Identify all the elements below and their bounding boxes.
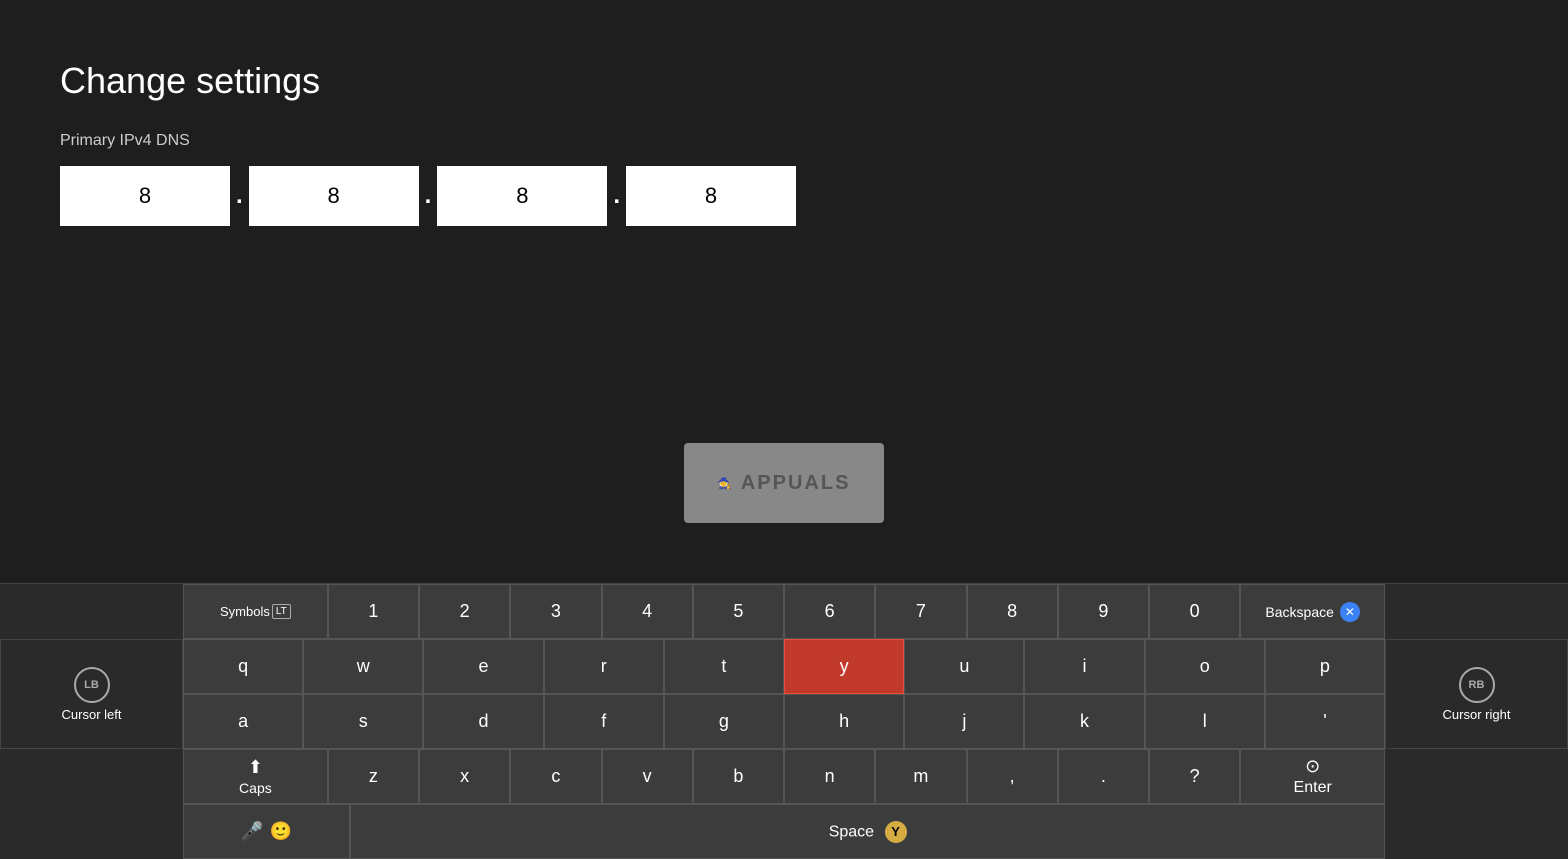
emoji-icon: 🙂 xyxy=(270,821,292,842)
keyboard-row-1: Symbols LT 1 2 3 4 5 6 7 8 9 0 Backspac xyxy=(183,584,1385,639)
dns-dot-2: . xyxy=(425,182,432,210)
key-w[interactable]: w xyxy=(303,639,423,694)
key-4[interactable]: 4 xyxy=(602,584,693,639)
keyboard-wrapper: Symbols LT 1 2 3 4 5 6 7 8 9 0 Backspac xyxy=(0,584,1568,859)
key-5[interactable]: 5 xyxy=(693,584,784,639)
key-8[interactable]: 8 xyxy=(967,584,1058,639)
key-v[interactable]: v xyxy=(602,749,693,804)
dns-field-3[interactable] xyxy=(437,166,607,226)
key-y[interactable]: y xyxy=(784,639,904,694)
caps-icon: ⬆ xyxy=(248,757,263,778)
keyboard-row-3: a s d f g h j k l ' xyxy=(183,694,1385,749)
key-e[interactable]: e xyxy=(423,639,543,694)
dns-field-2[interactable] xyxy=(249,166,419,226)
backspace-key[interactable]: Backspace ✕ xyxy=(1240,584,1385,639)
keyboard-row-5: 🎤 🙂 Space Y xyxy=(183,804,1385,859)
key-i[interactable]: i xyxy=(1024,639,1144,694)
key-1[interactable]: 1 xyxy=(328,584,419,639)
dns-dot-1: . xyxy=(236,182,243,210)
key-h[interactable]: h xyxy=(784,694,904,749)
key-j[interactable]: j xyxy=(904,694,1024,749)
top-section: Change settings Primary IPv4 DNS . . . xyxy=(0,0,1568,266)
key-s[interactable]: s xyxy=(303,694,423,749)
key-f[interactable]: f xyxy=(544,694,664,749)
key-period[interactable]: . xyxy=(1058,749,1149,804)
keyboard-row-4: ⬆ Caps z x c v b n m , . ? xyxy=(183,749,1385,804)
key-r[interactable]: r xyxy=(544,639,664,694)
key-x[interactable]: x xyxy=(419,749,510,804)
caps-key[interactable]: ⬆ Caps xyxy=(183,749,328,804)
key-o[interactable]: o xyxy=(1145,639,1265,694)
key-9[interactable]: 9 xyxy=(1058,584,1149,639)
key-question[interactable]: ? xyxy=(1149,749,1240,804)
symbols-key[interactable]: Symbols LT xyxy=(183,584,328,639)
keyboard-row-2: q w e r t y u i o p xyxy=(183,639,1385,694)
key-7[interactable]: 7 xyxy=(875,584,966,639)
dns-label: Primary IPv4 DNS xyxy=(60,132,1508,150)
key-p[interactable]: p xyxy=(1265,639,1385,694)
keyboard-overlay: LB Cursor left RB Cursor right Symbols L… xyxy=(0,583,1568,859)
y-badge: Y xyxy=(885,821,907,843)
key-m[interactable]: m xyxy=(875,749,966,804)
key-2[interactable]: 2 xyxy=(419,584,510,639)
keyboard: Symbols LT 1 2 3 4 5 6 7 8 9 0 Backspac xyxy=(183,584,1385,859)
dns-fields: . . . xyxy=(60,166,1508,226)
key-c[interactable]: c xyxy=(510,749,601,804)
key-g[interactable]: g xyxy=(664,694,784,749)
key-b[interactable]: b xyxy=(693,749,784,804)
key-apostrophe[interactable]: ' xyxy=(1265,694,1385,749)
key-k[interactable]: k xyxy=(1024,694,1144,749)
dns-dot-3: . xyxy=(613,182,620,210)
dns-field-4[interactable] xyxy=(626,166,796,226)
space-key[interactable]: Space Y xyxy=(350,804,1385,859)
key-u[interactable]: u xyxy=(904,639,1024,694)
key-0[interactable]: 0 xyxy=(1149,584,1240,639)
enter-key[interactable]: ⊙ Enter xyxy=(1240,749,1385,804)
page-title: Change settings xyxy=(60,60,1508,102)
key-z[interactable]: z xyxy=(328,749,419,804)
watermark: 🧙 APPUALS xyxy=(684,443,884,523)
key-d[interactable]: d xyxy=(423,694,543,749)
key-a[interactable]: a xyxy=(183,694,303,749)
key-n[interactable]: n xyxy=(784,749,875,804)
enter-icon: ⊙ xyxy=(1305,756,1320,777)
key-q[interactable]: q xyxy=(183,639,303,694)
key-3[interactable]: 3 xyxy=(510,584,601,639)
key-6[interactable]: 6 xyxy=(784,584,875,639)
mic-icon: 🎤 xyxy=(241,821,263,842)
mic-emoji-key[interactable]: 🎤 🙂 xyxy=(183,804,350,859)
key-comma[interactable]: , xyxy=(967,749,1058,804)
key-l[interactable]: l xyxy=(1145,694,1265,749)
dns-field-1[interactable] xyxy=(60,166,230,226)
backspace-x-icon: ✕ xyxy=(1340,602,1360,622)
key-t[interactable]: t xyxy=(664,639,784,694)
